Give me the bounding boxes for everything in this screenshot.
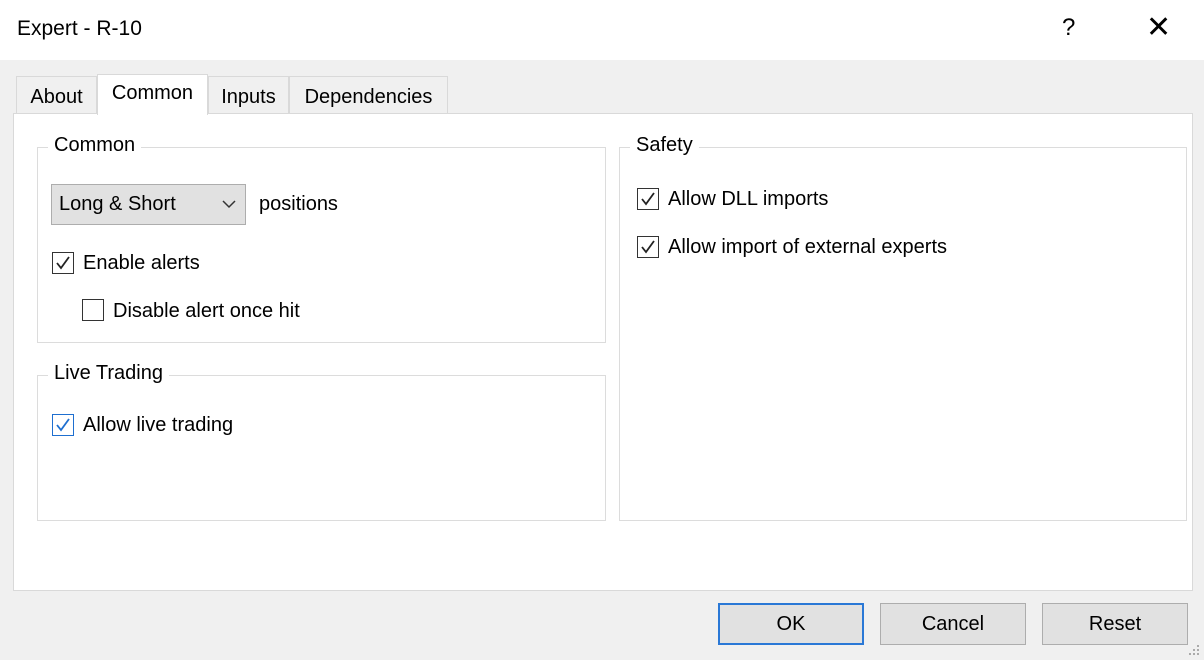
tab-about[interactable]: About — [16, 76, 97, 114]
tab-label: Dependencies — [304, 86, 433, 108]
checkmark-icon — [641, 240, 655, 254]
live-trading-group: Live Trading — [37, 362, 606, 521]
checkmark-icon — [56, 256, 70, 270]
group-title: Live Trading — [48, 362, 169, 385]
title-bar: Expert - R-10 ? ✕ — [0, 0, 1204, 60]
cancel-button[interactable]: Cancel — [880, 603, 1026, 645]
allow-live-trading-checkbox[interactable] — [52, 414, 74, 436]
checkmark-icon — [56, 418, 70, 432]
position-mode-select[interactable]: Long & Short — [51, 184, 246, 225]
tab-label: Common — [111, 82, 194, 104]
window-title: Expert - R-10 — [17, 17, 142, 40]
tab-label: About — [30, 86, 83, 108]
resize-grip-icon[interactable] — [1188, 644, 1202, 658]
disable-alert-label[interactable]: Disable alert once hit — [113, 300, 300, 323]
allow-external-checkbox[interactable] — [637, 236, 659, 258]
allow-dll-label[interactable]: Allow DLL imports — [668, 188, 828, 211]
allow-dll-checkbox[interactable] — [637, 188, 659, 210]
select-value: Long & Short — [59, 193, 176, 215]
positions-label: positions — [259, 193, 338, 215]
tab-common[interactable]: Common — [97, 74, 208, 115]
group-title: Safety — [630, 134, 699, 157]
chevron-down-icon — [222, 200, 236, 209]
allow-external-label[interactable]: Allow import of external experts — [668, 236, 947, 259]
help-icon[interactable]: ? — [1062, 14, 1075, 42]
disable-alert-checkbox[interactable] — [82, 299, 104, 321]
tab-label: Inputs — [221, 86, 276, 108]
checkmark-icon — [641, 192, 655, 206]
close-icon[interactable]: ✕ — [1146, 10, 1171, 45]
reset-button[interactable]: Reset — [1042, 603, 1188, 645]
allow-live-trading-label[interactable]: Allow live trading — [83, 414, 233, 437]
tab-inputs[interactable]: Inputs — [208, 76, 289, 114]
enable-alerts-label[interactable]: Enable alerts — [83, 252, 200, 275]
group-title: Common — [48, 134, 142, 157]
enable-alerts-checkbox[interactable] — [52, 252, 74, 274]
tab-dependencies[interactable]: Dependencies — [289, 76, 448, 114]
ok-button[interactable]: OK — [718, 603, 864, 645]
